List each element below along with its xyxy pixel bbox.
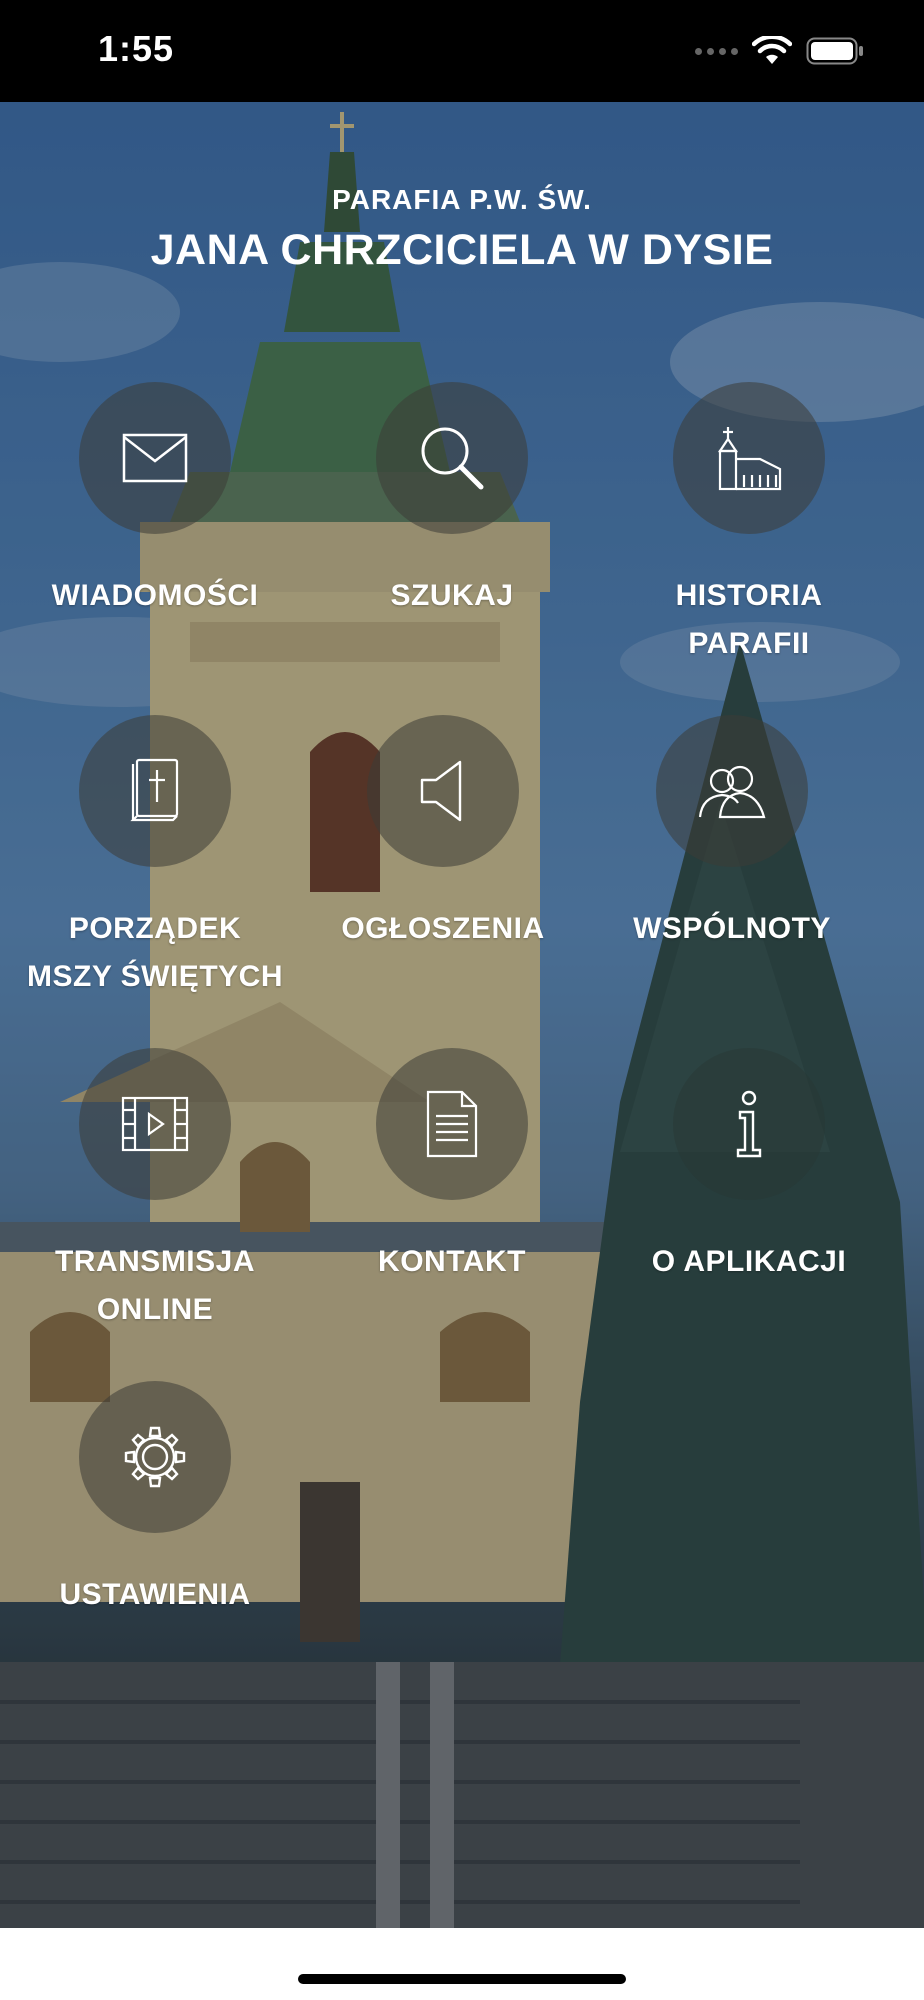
home-indicator[interactable] (298, 1974, 626, 1984)
menu-item-o-aplikacji[interactable]: O APLIKACJI (599, 1048, 899, 1286)
people-icon (656, 715, 808, 867)
status-time: 1:55 (98, 28, 175, 69)
menu-item-porzadek-mszy[interactable]: PORZĄDEK MSZY ŚWIĘTYCH (5, 715, 305, 1001)
menu-item-wspolnoty[interactable]: WSPÓLNOTY (582, 715, 882, 953)
wifi-icon (752, 36, 792, 64)
search-icon (376, 382, 528, 534)
menu-item-szukaj[interactable]: SZUKAJ (302, 382, 602, 620)
status-bar: 1:55 (0, 0, 924, 102)
menu-item-ogloszenia[interactable]: OGŁOSZENIA (293, 715, 593, 953)
church-icon (673, 382, 825, 534)
menu-item-kontakt[interactable]: KONTAKT (302, 1048, 602, 1286)
parish-title: JANA CHRZCICIELA W DYSIE (150, 226, 774, 274)
menu-label: USTAWIENIA (59, 1578, 251, 1611)
menu-label: WIADOMOŚCI (51, 579, 259, 612)
cellular-signal-icon (695, 47, 738, 55)
speaker-icon (367, 715, 519, 867)
menu-item-wiadomosci[interactable]: WIADOMOŚCI (5, 382, 305, 620)
home-indicator-area (0, 1928, 924, 2000)
parish-header: PARAFIA P.W. ŚW. JANA CHRZCICIELA W DYSI… (0, 184, 924, 275)
info-icon (673, 1048, 825, 1200)
document-icon (376, 1048, 528, 1200)
battery-icon (806, 37, 863, 65)
menu-item-historia-parafii[interactable]: HISTORIA PARAFII (599, 382, 899, 668)
menu-label: TRANSMISJA ONLINE (54, 1245, 255, 1326)
gear-icon (79, 1381, 231, 1533)
menu-item-transmisja-online[interactable]: TRANSMISJA ONLINE (5, 1048, 305, 1334)
menu-label: SZUKAJ (390, 579, 514, 612)
photo-overlay (0, 102, 924, 1928)
envelope-icon (79, 382, 231, 534)
background-photo: PARAFIA P.W. ŚW. JANA CHRZCICIELA W DYSI… (0, 102, 924, 1928)
menu-label: KONTAKT (378, 1245, 526, 1278)
status-icons (695, 36, 864, 66)
menu-label: WSPÓLNOTY (633, 912, 831, 945)
bible-icon (79, 715, 231, 867)
menu-label: O APLIKACJI (651, 1245, 847, 1278)
menu-label: HISTORIA PARAFII (675, 579, 823, 660)
parish-subtitle: PARAFIA P.W. ŚW. (332, 184, 592, 215)
menu-label: OGŁOSZENIA (341, 912, 545, 945)
menu-label: PORZĄDEK MSZY ŚWIĘTYCH (27, 912, 283, 993)
video-icon (79, 1048, 231, 1200)
menu-item-ustawienia[interactable]: USTAWIENIA (5, 1381, 305, 1619)
